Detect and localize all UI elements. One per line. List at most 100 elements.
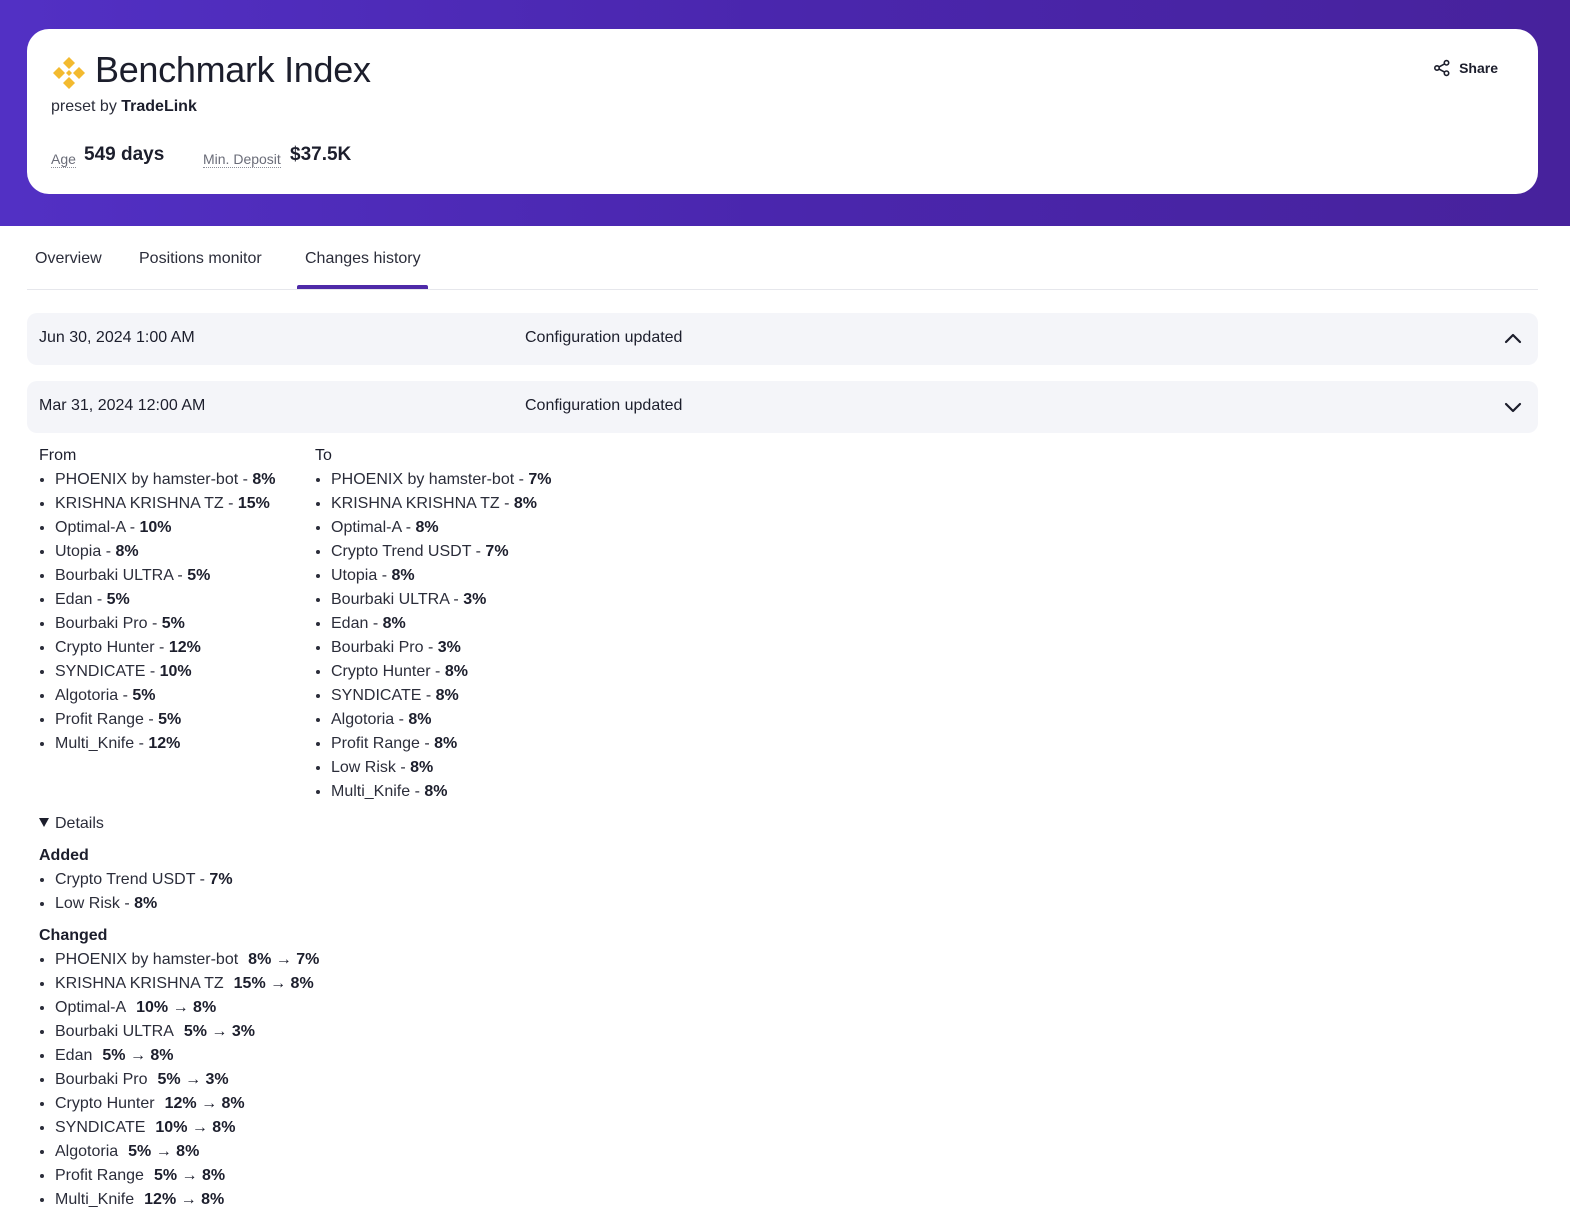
list-item: KRISHNA KRISHNA TZ 15% → 8% xyxy=(55,972,319,996)
item-percent: 10% xyxy=(159,663,192,680)
item-percent: 5% xyxy=(187,567,211,584)
item-percent: 8% xyxy=(424,783,448,800)
item-name: Profit Range xyxy=(55,711,144,728)
item-separator: - xyxy=(119,895,135,912)
min-deposit-value: $37.5K xyxy=(290,144,352,165)
item-change: 5% → 3% xyxy=(157,1071,229,1088)
item-name: Bourbaki Pro xyxy=(331,639,424,656)
triangle-down-icon xyxy=(39,818,49,827)
list-item: PHOENIX by hamster-bot - 7% xyxy=(331,468,552,492)
item-percent: 12% xyxy=(168,639,201,656)
list-item: Optimal-A - 10% xyxy=(55,516,276,540)
item-separator: - xyxy=(101,543,116,560)
item-percent: 8% xyxy=(434,735,458,752)
history-description: Configuration updated xyxy=(525,397,683,414)
item-name: Crypto Trend USDT xyxy=(331,543,472,560)
item-name: Bourbaki ULTRA xyxy=(55,567,173,584)
item-separator: - xyxy=(514,471,529,488)
item-name: Bourbaki ULTRA xyxy=(331,591,449,608)
history-row[interactable]: Mar 31, 2024 12:00 AM Configuration upda… xyxy=(27,381,1538,433)
item-name: Crypto Trend USDT xyxy=(55,871,196,888)
item-name: Bourbaki ULTRA xyxy=(55,1023,174,1040)
item-separator: - xyxy=(471,543,486,560)
item-name: Low Risk xyxy=(331,759,396,776)
list-item: Multi_Knife - 8% xyxy=(331,780,552,804)
list-item: Edan - 8% xyxy=(331,612,552,636)
tab-changes-history[interactable]: Changes history xyxy=(305,250,421,268)
list-item: Multi_Knife 12% → 8% xyxy=(55,1188,319,1212)
item-name: Utopia xyxy=(55,543,102,560)
list-item: Optimal-A - 8% xyxy=(331,516,552,540)
list-item: Utopia - 8% xyxy=(331,564,552,588)
list-item: Crypto Hunter 12% → 8% xyxy=(55,1092,319,1116)
list-item: Crypto Hunter - 12% xyxy=(55,636,276,660)
item-separator: - xyxy=(125,519,140,536)
item-name: SYNDICATE xyxy=(55,663,146,680)
history-row[interactable]: Jun 30, 2024 1:00 AM Configuration updat… xyxy=(27,313,1538,365)
item-percent: 5% xyxy=(158,711,182,728)
share-button[interactable]: Share xyxy=(1433,59,1498,77)
list-item: PHOENIX by hamster-bot - 8% xyxy=(55,468,276,492)
tab-overview[interactable]: Overview xyxy=(35,250,102,268)
item-separator: - xyxy=(143,711,159,728)
item-change: 12% → 8% xyxy=(164,1095,245,1112)
share-label: Share xyxy=(1459,60,1498,76)
list-item: PHOENIX by hamster-bot 8% → 7% xyxy=(55,948,319,972)
item-change: 5% → 3% xyxy=(183,1023,255,1040)
item-name: KRISHNA KRISHNA TZ xyxy=(55,495,224,512)
item-separator: - xyxy=(134,735,149,752)
item-separator: - xyxy=(395,759,411,776)
item-percent: 8% xyxy=(435,687,459,704)
changed-list: PHOENIX by hamster-bot 8% → 7% KRISHNA KRI… xyxy=(39,948,319,1212)
item-percent: 3% xyxy=(437,639,461,656)
item-separator: - xyxy=(368,615,383,632)
item-name: Crypto Hunter xyxy=(55,639,155,656)
list-item: Bourbaki Pro - 5% xyxy=(55,612,276,636)
item-name: Profit Range xyxy=(331,735,420,752)
item-name: Edan xyxy=(55,591,93,608)
item-change: 5% → 8% xyxy=(102,1047,174,1064)
added-list: Crypto Trend USDT - 7%Low Risk - 8% xyxy=(39,868,233,916)
details-toggle[interactable]: Details xyxy=(39,812,104,836)
list-item: Optimal-A 10% → 8% xyxy=(55,996,319,1020)
item-change: 5% → 8% xyxy=(128,1143,200,1160)
item-name: Edan xyxy=(55,1047,93,1064)
item-name: Crypto Hunter xyxy=(331,663,431,680)
list-item: Bourbaki ULTRA 5% → 3% xyxy=(55,1020,319,1044)
item-name: Bourbaki Pro xyxy=(55,615,148,632)
item-name: Utopia xyxy=(331,567,378,584)
list-item: Algotoria - 5% xyxy=(55,684,276,708)
item-separator: - xyxy=(172,567,188,584)
age-label[interactable]: Age xyxy=(51,151,76,168)
list-item: Bourbaki Pro - 3% xyxy=(331,636,552,660)
item-separator: - xyxy=(448,591,464,608)
binance-diamond-icon xyxy=(53,57,85,89)
item-percent: 8% xyxy=(382,615,406,632)
item-name: Low Risk xyxy=(55,895,120,912)
item-separator: - xyxy=(423,639,438,656)
item-name: SYNDICATE xyxy=(331,687,422,704)
changed-title: Changed xyxy=(39,927,108,944)
item-separator: - xyxy=(430,663,445,680)
tab-positions-monitor[interactable]: Positions monitor xyxy=(139,250,262,268)
to-column: To PHOENIX by hamster-bot - 7%KRISHNA KR… xyxy=(315,444,552,804)
preset-prefix: preset by xyxy=(51,98,117,115)
item-name: Bourbaki Pro xyxy=(55,1071,148,1088)
item-name: Profit Range xyxy=(55,1167,144,1184)
min-deposit-label[interactable]: Min. Deposit xyxy=(203,151,281,168)
item-separator: - xyxy=(145,663,160,680)
list-item: Profit Range 5% → 8% xyxy=(55,1164,319,1188)
item-percent: 7% xyxy=(209,871,233,888)
list-item: Multi_Knife - 12% xyxy=(55,732,276,756)
history-description: Configuration updated xyxy=(525,329,683,346)
item-separator: - xyxy=(394,711,409,728)
chevron-up-icon[interactable] xyxy=(1504,330,1522,348)
item-name: Edan xyxy=(331,615,369,632)
list-item: Crypto Hunter - 8% xyxy=(331,660,552,684)
item-percent: 10% xyxy=(139,519,172,536)
hero-banner: Benchmark Index preset by TradeLink Age … xyxy=(0,0,1570,226)
chevron-down-icon[interactable] xyxy=(1504,398,1522,416)
age-value: 549 days xyxy=(84,144,165,165)
item-name: Algotoria xyxy=(55,687,119,704)
item-name: PHOENIX by hamster-bot xyxy=(55,951,239,968)
